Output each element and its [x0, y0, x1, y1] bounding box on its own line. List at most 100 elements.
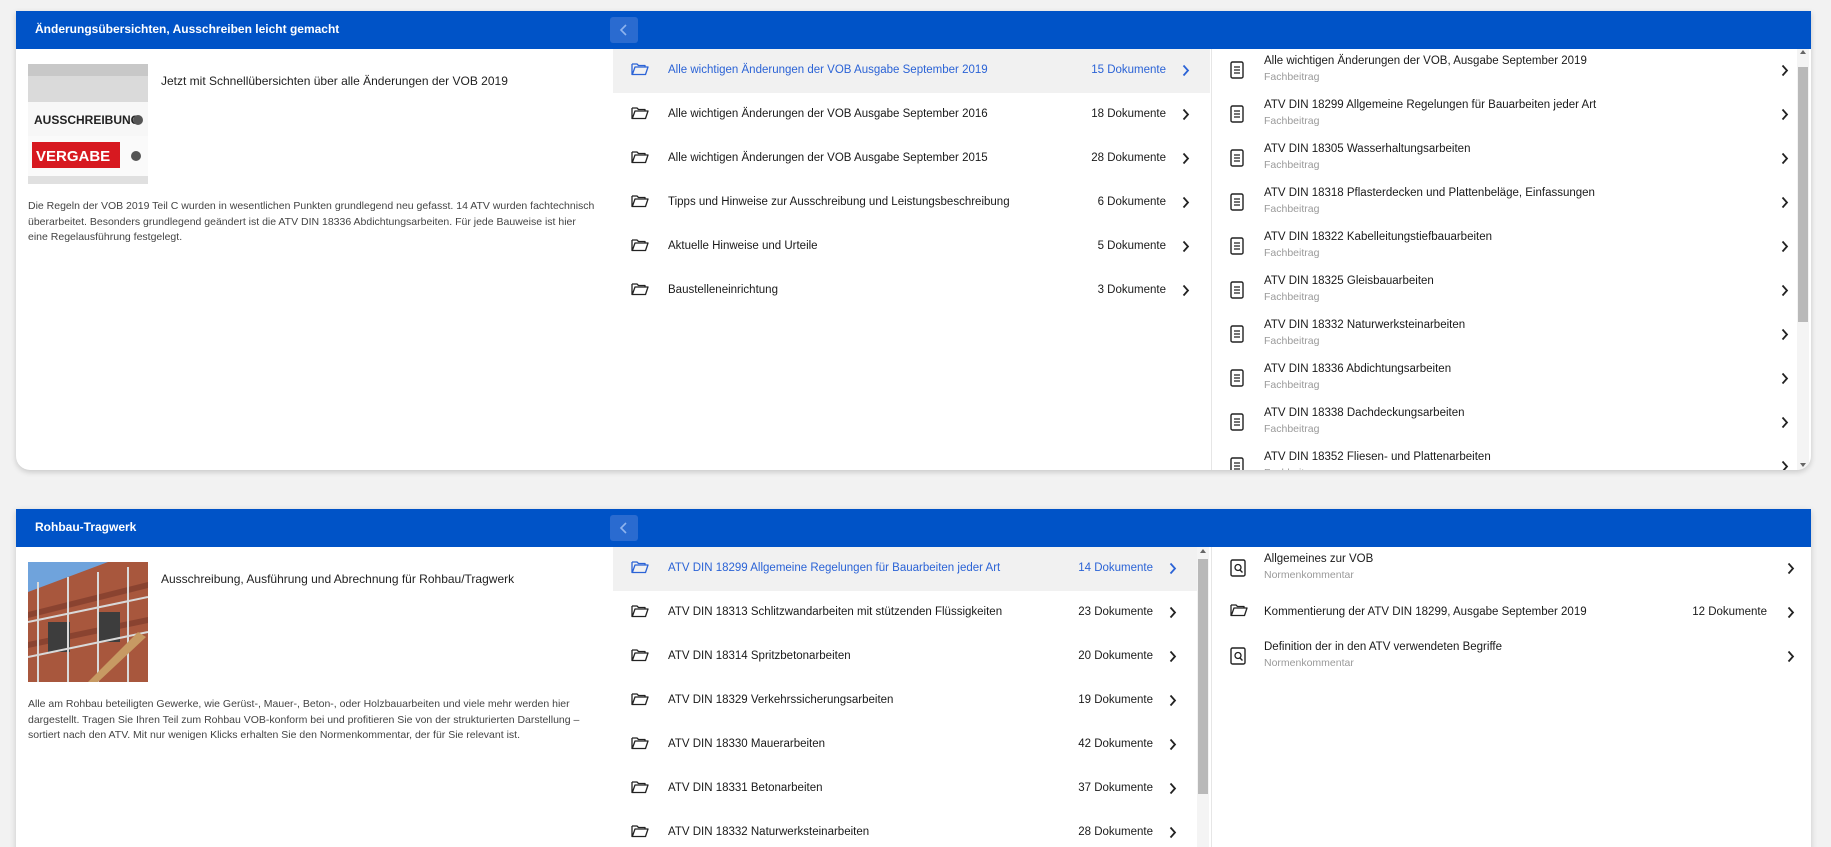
document-type: Fachbeitrag [1264, 203, 1320, 215]
binder-image: AUSSCHREIBUNG VERGABE [28, 64, 148, 184]
document-row[interactable]: Kommentierung der ATV DIN 18299, Ausgabe… [1212, 591, 1811, 635]
document-type: Fachbeitrag [1264, 115, 1320, 127]
folder-row[interactable]: Aktuelle Hinweise und Urteile 5 Dokumente [613, 225, 1210, 269]
folder-label: Alle wichtigen Änderungen der VOB Ausgab… [668, 108, 988, 120]
panel-header: Rohbau-Tragwerk [16, 509, 1811, 547]
document-row[interactable]: ATV DIN 18325 Gleisbauarbeiten Fachbeitra… [1212, 269, 1811, 313]
folder-row[interactable]: Baustelleneinrichtung 3 Dokumente [613, 269, 1210, 313]
chevron-right-icon [1781, 460, 1789, 470]
document-title: ATV DIN 18299 Allgemeine Regelungen für … [1264, 99, 1597, 111]
document-type: Fachbeitrag [1264, 247, 1320, 259]
folder-row[interactable]: Alle wichtigen Änderungen der VOB Ausgab… [613, 49, 1210, 93]
scroll-up-icon[interactable] [1200, 549, 1206, 553]
document-row[interactable]: ATV DIN 18336 Abdichtungsarbeiten Fachbei… [1212, 357, 1811, 401]
document-type: Fachbeitrag [1264, 159, 1320, 171]
folder-label: Aktuelle Hinweise und Urteile [668, 240, 818, 252]
document-title: Alle wichtigen Änderungen der VOB, Ausga… [1264, 55, 1587, 67]
scroll-thumb[interactable] [1798, 67, 1808, 322]
document-count: 20 Dokumente [1078, 650, 1153, 662]
folder-label: Tipps und Hinweise zur Ausschreibung und… [668, 196, 1010, 208]
document-row[interactable]: ATV DIN 18332 Naturwerksteinarbeiten Fach… [1212, 313, 1811, 357]
panel-title: Rohbau-Tragwerk [35, 520, 137, 534]
folder-icon [631, 693, 649, 706]
folder-list-scrollbar[interactable] [1197, 547, 1209, 847]
intro-column: Ausschreibung, Ausführung und Abrechnung… [16, 547, 613, 847]
folder-icon [631, 107, 649, 120]
document-icon [1230, 281, 1244, 299]
document-type: Normenkommentar [1264, 569, 1354, 581]
folder-row[interactable]: ATV DIN 18299 Allgemeine Regelungen für … [613, 547, 1197, 591]
document-list: ATV DIN 18352 Fliesen- und Plattenarbeit… [1211, 49, 1811, 470]
document-type: Fachbeitrag [1264, 335, 1320, 347]
folder-label: ATV DIN 18314 Spritzbetonarbeiten [668, 650, 851, 662]
chevron-right-icon [1182, 108, 1190, 121]
document-list-scrollbar[interactable] [1797, 49, 1809, 470]
document-count: 37 Dokumente [1078, 782, 1153, 794]
document-type: Fachbeitrag [1264, 423, 1320, 435]
chevron-left-icon [619, 24, 627, 36]
folder-label: Baustelleneinrichtung [668, 284, 778, 296]
folder-label: ATV DIN 18299 Allgemeine Regelungen für … [668, 562, 1001, 574]
document-count: 18 Dokumente [1091, 108, 1166, 120]
folder-icon [631, 825, 649, 838]
chevron-right-icon [1182, 196, 1190, 209]
folder-icon [631, 195, 649, 208]
folder-row[interactable]: Alle wichtigen Änderungen der VOB Ausgab… [613, 137, 1210, 181]
scroll-up-icon[interactable] [1800, 50, 1806, 54]
folder-icon [1230, 604, 1248, 617]
folder-row[interactable]: ATV DIN 18330 Mauerarbeiten 42 Dokumente [613, 723, 1197, 767]
folder-row[interactable]: Tipps und Hinweise zur Ausschreibung und… [613, 181, 1210, 225]
folder-row[interactable]: ATV DIN 18314 Spritzbetonarbeiten 20 Doku… [613, 635, 1197, 679]
document-row[interactable]: ATV DIN 18352 Fliesen- und Plattenarbeit… [1212, 445, 1811, 470]
folder-label: ATV DIN 18331 Betonarbeiten [668, 782, 823, 794]
document-count: 3 Dokumente [1097, 284, 1166, 296]
chevron-right-icon [1781, 152, 1789, 165]
chevron-right-icon [1781, 328, 1789, 341]
intro-description: Alle am Rohbau beteiligten Gewerke, wie … [28, 698, 580, 741]
document-row[interactable]: ATV DIN 18338 Dachdeckungsarbeiten Fachbe… [1212, 401, 1811, 445]
folder-list: ATV DIN 18299 Allgemeine Regelungen für … [613, 547, 1197, 847]
document-row[interactable]: Alle wichtigen Änderungen der VOB, Ausga… [1212, 49, 1811, 93]
back-button[interactable] [610, 515, 638, 541]
folder-icon [631, 561, 649, 574]
document-row[interactable]: ATV DIN 18322 Kabelleitungstiefbauarbeit… [1212, 225, 1811, 269]
document-icon [1230, 61, 1244, 79]
document-title: ATV DIN 18352 Fliesen- und Plattenarbeit… [1264, 451, 1491, 463]
document-row[interactable]: Allgemeines zur VOB Normenkommentar [1212, 547, 1811, 591]
rohbau-tragwerk-panel: Rohbau-Tragwerk Ausschreibung, Ausführun… [16, 509, 1811, 847]
chevron-right-icon [1169, 606, 1177, 619]
chevron-right-icon [1169, 562, 1177, 575]
scroll-down-icon[interactable] [1800, 463, 1806, 467]
binder-label-2: VERGABE [36, 148, 110, 165]
panel-header: Änderungsübersichten, Ausschreiben leich… [16, 11, 1811, 49]
chevron-right-icon [1781, 64, 1789, 77]
document-icon [1230, 457, 1244, 470]
chevron-right-icon [1781, 416, 1789, 429]
document-count: 28 Dokumente [1078, 826, 1153, 838]
document-row[interactable]: ATV DIN 18305 Wasserhaltungsarbeiten Fach… [1212, 137, 1811, 181]
back-button[interactable] [610, 17, 638, 43]
document-icon [1230, 369, 1244, 387]
folder-row[interactable]: Alle wichtigen Änderungen der VOB Ausgab… [613, 93, 1210, 137]
folder-icon [631, 63, 649, 76]
document-icon [1230, 325, 1244, 343]
document-row[interactable]: Definition der in den ATV verwendeten Be… [1212, 635, 1811, 679]
folder-row[interactable]: ATV DIN 18332 Naturwerksteinarbeiten 28 D… [613, 811, 1197, 847]
document-row[interactable]: ATV DIN 18318 Pflasterdecken und Platten… [1212, 181, 1811, 225]
scroll-thumb[interactable] [1198, 559, 1208, 794]
folder-row[interactable]: ATV DIN 18329 Verkehrssicherungsarbeiten… [613, 679, 1197, 723]
folder-row[interactable]: ATV DIN 18331 Betonarbeiten 37 Dokumente [613, 767, 1197, 811]
chevron-right-icon [1169, 694, 1177, 707]
document-icon [1230, 413, 1244, 431]
folder-icon [631, 737, 649, 750]
intro-heading: Jetzt mit Schnellübersichten über alle Ä… [161, 74, 508, 88]
chevron-right-icon [1787, 650, 1795, 663]
folder-label: Alle wichtigen Änderungen der VOB Ausgab… [668, 64, 988, 76]
intro-description: Die Regeln der VOB 2019 Teil C wurden in… [28, 200, 595, 243]
document-title: ATV DIN 18336 Abdichtungsarbeiten [1264, 363, 1452, 375]
document-title: ATV DIN 18338 Dachdeckungsarbeiten [1264, 407, 1465, 419]
folder-row[interactable]: ATV DIN 18313 Schlitzwandarbeiten mit st… [613, 591, 1197, 635]
document-row[interactable]: ATV DIN 18299 Allgemeine Regelungen für … [1212, 93, 1811, 137]
chevron-right-icon [1182, 240, 1190, 253]
document-title: ATV DIN 18332 Naturwerksteinarbeiten [1264, 319, 1466, 331]
